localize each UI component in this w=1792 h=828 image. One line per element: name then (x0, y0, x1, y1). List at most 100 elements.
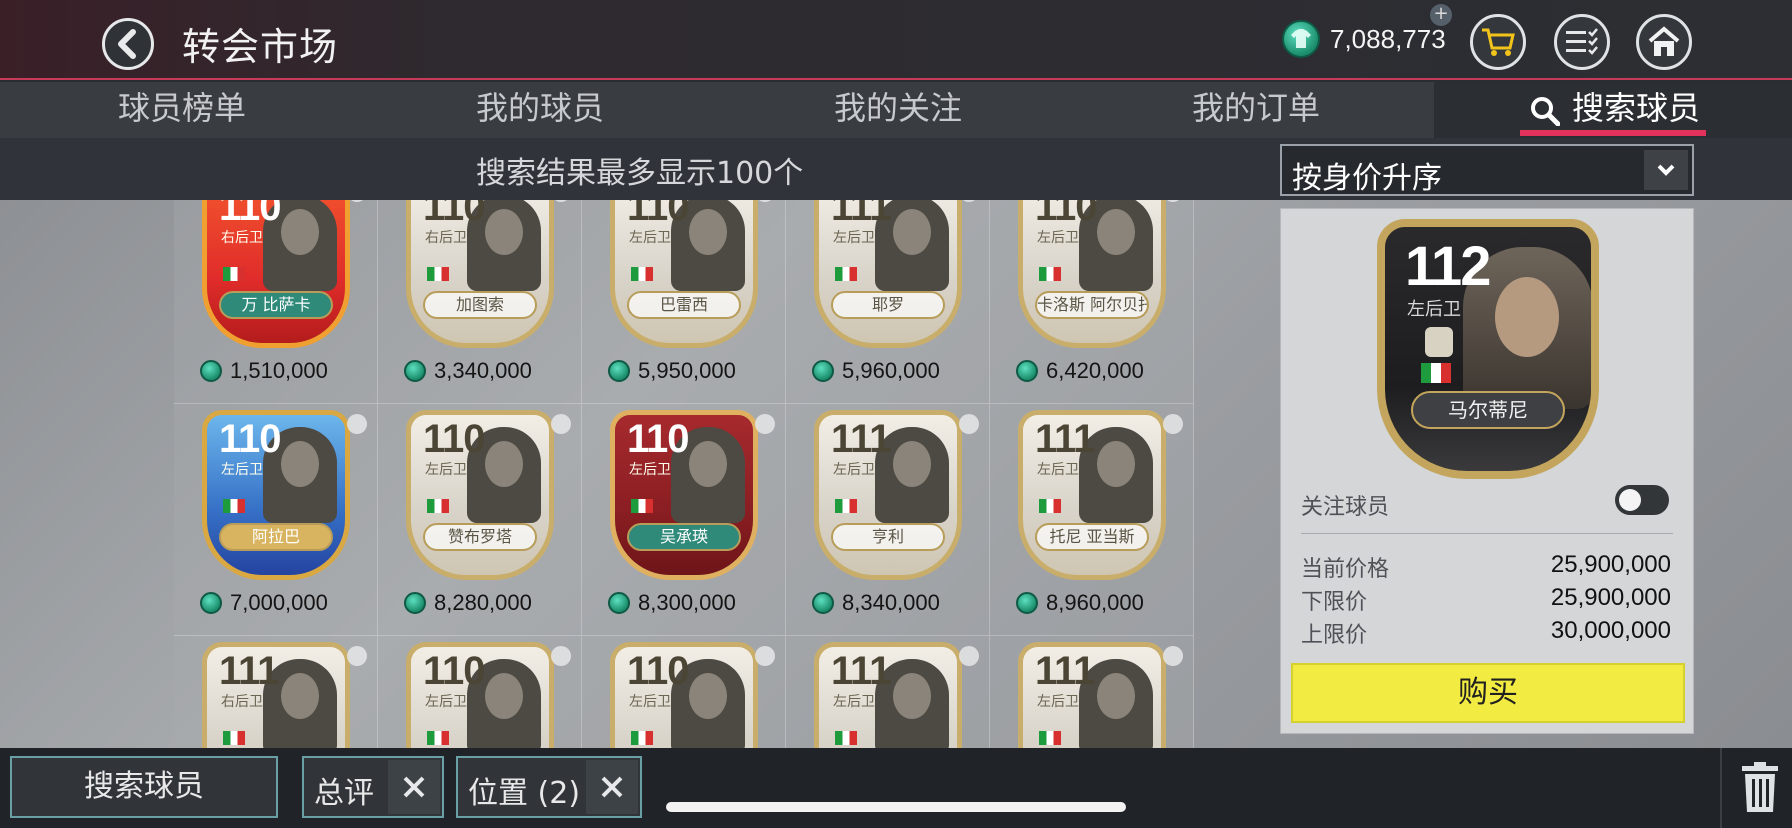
player-card-cell[interactable]: 110 左后卫 吴承瑛 8,300,000 (582, 404, 786, 636)
nation-flag-icon (427, 731, 449, 745)
player-card[interactable]: 111 右后卫 (202, 642, 350, 748)
back-button[interactable] (102, 18, 154, 70)
player-name: 赞布罗塔 (423, 523, 537, 551)
player-card-cell[interactable]: 111 左后卫 (990, 636, 1194, 748)
watch-star-icon[interactable] (755, 414, 775, 434)
tab-player-rankings[interactable]: 球员榜单 (118, 82, 246, 138)
current-price-label: 当前价格 (1301, 557, 1390, 582)
watch-star-icon[interactable] (959, 200, 979, 202)
filter-chip-position[interactable]: 位置 (2) (456, 756, 642, 818)
trash-icon[interactable] (1740, 762, 1780, 814)
player-rating: 111 (1035, 417, 1095, 461)
player-card-cell[interactable]: 110 左后卫 卡洛斯 阿尔贝托 6,420,000 (990, 200, 1194, 404)
list-menu-button[interactable] (1554, 14, 1610, 70)
player-card[interactable]: 110 右后卫 加图索 (406, 200, 554, 348)
player-card-cell[interactable]: 111 左后卫 (786, 636, 990, 748)
player-name: 巴雷西 (627, 291, 741, 319)
player-card[interactable]: 111 左后卫 耶罗 (814, 200, 962, 348)
player-name: 亨利 (831, 523, 945, 551)
player-card-cell[interactable]: 111 左后卫 托尼 亚当斯 8,960,000 (990, 404, 1194, 636)
watch-star-icon[interactable] (347, 646, 367, 666)
player-card-cell[interactable]: 111 右后卫 (174, 636, 378, 748)
player-position: 左后卫 (1037, 462, 1079, 478)
close-icon[interactable] (586, 760, 638, 814)
player-card[interactable]: 111 左后卫 托尼 亚当斯 (1018, 410, 1166, 580)
player-card-cell[interactable]: 110 左后卫 阿拉巴 7,000,000 (174, 404, 378, 636)
player-card-cell[interactable]: 110 右后卫 加图索 3,340,000 (378, 200, 582, 404)
watch-star-icon[interactable] (1163, 200, 1183, 202)
player-price: 8,960,000 (1046, 590, 1144, 615)
search-players-button[interactable]: 搜索球员 (10, 756, 278, 818)
player-name: 阿拉巴 (219, 523, 333, 551)
player-rating: 111 (831, 200, 891, 229)
player-grid: 110 右后卫万 比萨卡 1,510,000 110 右后卫 加图索 3,340,000 11… (174, 200, 1198, 748)
buy-button[interactable]: 购买 (1291, 663, 1685, 723)
selected-player-card[interactable]: 112 左后卫 马尔蒂尼 (1377, 219, 1599, 479)
home-button[interactable] (1636, 14, 1692, 70)
close-icon[interactable] (388, 760, 440, 814)
filter-chip-position-label: 位置 (2) (468, 776, 581, 811)
price-row: 8,960,000 (1016, 590, 1144, 616)
player-card-cell[interactable]: 110 左后卫 (582, 636, 786, 748)
player-card[interactable]: 111 左后卫 (814, 642, 962, 748)
player-rating: 110 (423, 649, 486, 693)
nation-flag-icon (223, 267, 245, 281)
add-coins-icon[interactable]: + (1430, 4, 1452, 26)
coin-icon (608, 360, 630, 382)
player-card-cell[interactable]: 111 左后卫 亨利 8,340,000 (786, 404, 990, 636)
follow-toggle[interactable] (1615, 485, 1669, 515)
coin-balance: 7,088,773 + (1282, 4, 1452, 58)
filter-chip-overall[interactable]: 总评 (302, 756, 444, 818)
player-name: 万 比萨卡 (219, 291, 333, 319)
player-position: 右后卫 (221, 230, 263, 246)
watch-star-icon[interactable] (755, 646, 775, 666)
coin-icon (608, 592, 630, 614)
watch-star-icon[interactable] (347, 414, 367, 434)
player-card-cell[interactable]: 110 左后卫 赞布罗塔 8,280,000 (378, 404, 582, 636)
player-rating: 111 (831, 649, 891, 693)
cart-button[interactable] (1470, 14, 1526, 70)
divider (1720, 748, 1722, 828)
price-row: 7,000,000 (200, 590, 328, 616)
player-card[interactable]: 110 左后卫 巴雷西 (610, 200, 758, 348)
player-rating: 110 (1035, 200, 1098, 229)
player-card[interactable]: 110 左后卫 吴承瑛 (610, 410, 758, 580)
chevron-down-icon[interactable] (1644, 150, 1688, 190)
player-card-cell[interactable]: 110 右后卫万 比萨卡 1,510,000 (174, 200, 378, 404)
nation-flag-icon (835, 267, 857, 281)
player-card[interactable]: 110 左后卫 (406, 642, 554, 748)
watch-star-icon[interactable] (1163, 414, 1183, 434)
player-card[interactable]: 110 右后卫万 比萨卡 (202, 200, 350, 348)
watch-star-icon[interactable] (347, 200, 367, 202)
watch-star-icon[interactable] (1163, 646, 1183, 666)
player-card[interactable]: 110 左后卫 赞布罗塔 (406, 410, 554, 580)
tab-search-players-label: 搜索球员 (1572, 89, 1701, 127)
player-card[interactable]: 111 左后卫 (1018, 642, 1166, 748)
price-row: 8,300,000 (608, 590, 736, 616)
tab-my-orders[interactable]: 我的订单 (1192, 82, 1320, 138)
player-card[interactable]: 111 左后卫 亨利 (814, 410, 962, 580)
player-card[interactable]: 110 左后卫 (610, 642, 758, 748)
tab-my-players[interactable]: 我的球员 (476, 82, 604, 138)
watch-star-icon[interactable] (551, 646, 571, 666)
watch-star-icon[interactable] (755, 200, 775, 202)
checklist-icon (1566, 28, 1598, 55)
watch-star-icon[interactable] (551, 200, 571, 202)
upper-limit-value: 30,000,000 (1550, 617, 1671, 644)
sort-dropdown[interactable]: 按身价升序 (1280, 144, 1694, 196)
player-card-cell[interactable]: 110 左后卫 (378, 636, 582, 748)
player-price: 7,000,000 (230, 590, 328, 615)
player-card-cell[interactable]: 110 左后卫 巴雷西 5,950,000 (582, 200, 786, 404)
player-price: 3,340,000 (434, 358, 532, 383)
watch-star-icon[interactable] (551, 414, 571, 434)
player-rating: 112 (1405, 234, 1491, 297)
player-price: 8,300,000 (638, 590, 736, 615)
watch-star-icon[interactable] (959, 646, 979, 666)
tab-my-watchlist[interactable]: 我的关注 (834, 82, 962, 138)
nation-flag-icon (631, 731, 653, 745)
player-card[interactable]: 110 左后卫 阿拉巴 (202, 410, 350, 580)
watch-star-icon[interactable] (959, 414, 979, 434)
player-card-cell[interactable]: 111 左后卫 耶罗 5,960,000 (786, 200, 990, 404)
player-card[interactable]: 110 左后卫 卡洛斯 阿尔贝托 (1018, 200, 1166, 348)
nation-flag-icon (631, 267, 653, 281)
